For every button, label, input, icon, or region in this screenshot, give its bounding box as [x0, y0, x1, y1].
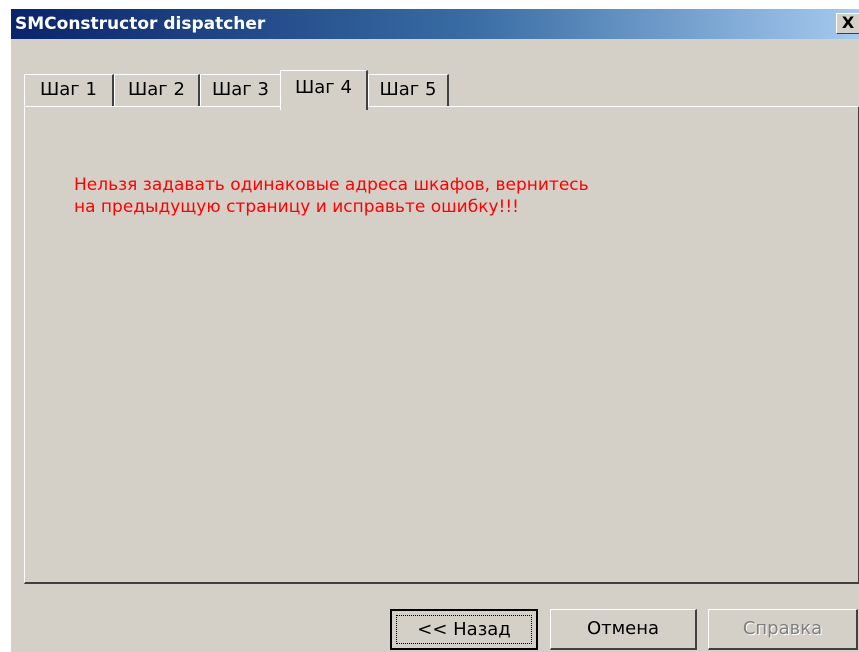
tab-label: Шаг 4: [295, 77, 352, 98]
tab-panel: Нельзя задавать одинаковые адреса шкафов…: [24, 106, 859, 584]
cancel-button-label: Отмена: [586, 618, 660, 639]
error-line-1: Нельзя задавать одинаковые адреса шкафов…: [74, 175, 589, 195]
tab-step-5[interactable]: Шаг 5: [368, 74, 449, 107]
tab-label: Шаг 3: [212, 79, 269, 100]
help-button-label: Справка: [742, 618, 823, 639]
tab-step-3[interactable]: Шаг 3: [200, 74, 282, 107]
tab-label: Шаг 2: [128, 79, 185, 100]
back-button[interactable]: << Назад: [390, 609, 538, 650]
tab-step-2[interactable]: Шаг 2: [114, 74, 200, 107]
tab-step-4[interactable]: Шаг 4: [280, 70, 368, 110]
tab-label: Шаг 5: [379, 79, 437, 100]
cancel-button[interactable]: Отмена: [550, 609, 697, 650]
close-icon: X: [841, 13, 855, 32]
tab-step-1[interactable]: Шаг 1: [24, 74, 114, 107]
help-button[interactable]: Справка: [708, 609, 858, 650]
tab-label: Шаг 1: [40, 79, 97, 100]
close-button[interactable]: X: [836, 13, 859, 34]
window-title: SMConstructor dispatcher: [15, 14, 266, 34]
title-bar[interactable]: SMConstructor dispatcher X: [11, 9, 859, 39]
back-button-label: << Назад: [417, 619, 511, 640]
dialog-window: SMConstructor dispatcher X Шаг 1 Шаг 2 Ш…: [10, 8, 859, 652]
error-message: Нельзя задавать одинаковые адреса шкафов…: [74, 174, 589, 218]
error-line-2: на предыдущую страницу и исправьте ошибк…: [74, 197, 519, 217]
